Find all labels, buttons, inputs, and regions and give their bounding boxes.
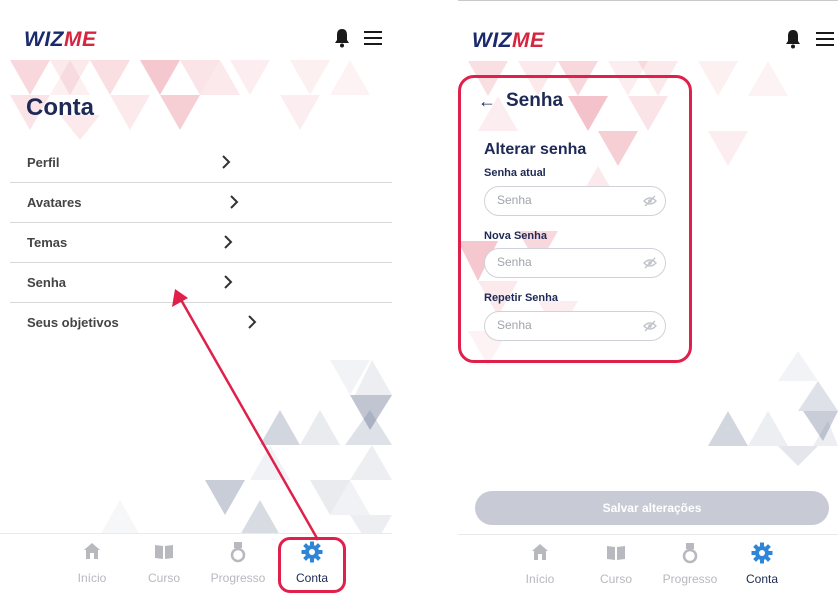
wizme-logo: WIZME: [472, 29, 545, 52]
tab-progresso[interactable]: Progresso: [654, 535, 726, 593]
tab-label: Conta: [745, 572, 779, 586]
tab-label: Início: [525, 572, 555, 586]
annotation-highlight-password-form: [458, 75, 692, 363]
tab-label: Progresso: [662, 572, 718, 586]
book-icon: [607, 546, 625, 560]
home-icon: [532, 544, 548, 560]
bottom-tab-bar: Início Curso Progresso Conta: [458, 534, 838, 593]
annotation-highlight-conta-tab: [278, 537, 346, 593]
tab-conta[interactable]: Conta: [726, 535, 798, 593]
annotation-arrow: [172, 289, 320, 541]
gear-icon: [751, 542, 773, 564]
medal-icon: [682, 543, 698, 564]
tab-inicio[interactable]: Início: [504, 535, 576, 593]
hamburger-menu-icon[interactable]: [816, 32, 834, 46]
save-changes-button[interactable]: Salvar alterações: [475, 491, 829, 525]
bell-icon[interactable]: [785, 29, 801, 49]
tab-label: Curso: [599, 572, 632, 586]
tab-curso[interactable]: Curso: [580, 535, 652, 593]
